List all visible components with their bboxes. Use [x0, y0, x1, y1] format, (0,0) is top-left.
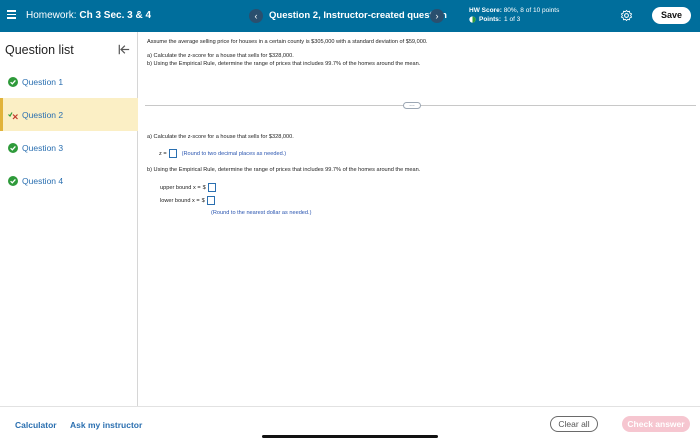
save-button[interactable]: Save	[652, 7, 691, 24]
bounds-hint: (Round to the nearest dollar as needed.)	[211, 210, 312, 216]
top-bar: Homework: Ch 3 Sec. 3 & 4 ‹ Question 2, …	[0, 0, 700, 32]
sidebar-item-label: Question 3	[22, 142, 64, 153]
sidebar-item-question-2[interactable]: Question 2	[0, 98, 138, 131]
part-a-summary: a) Calculate the z-score for a house tha…	[147, 52, 294, 59]
sidebar-item-question-4[interactable]: Question 4	[0, 164, 138, 197]
check-circle-icon	[8, 76, 18, 87]
z-score-row: z = (Round to two decimal places as need…	[159, 149, 286, 158]
upper-bound-row: upper bound x = $	[160, 183, 216, 192]
points-value: 1 of 3	[504, 16, 521, 23]
upper-bound-input[interactable]	[207, 183, 216, 192]
collapse-left-icon[interactable]	[118, 44, 130, 55]
dollar-sign: $	[202, 184, 206, 191]
sidebar-item-label: Question 2	[22, 109, 64, 120]
question-list-sidebar: Question list Question 1 Question 2 Ques…	[0, 32, 138, 406]
ask-instructor-link[interactable]: Ask my instructor	[70, 420, 142, 430]
chevron-right-icon[interactable]: ›	[430, 9, 444, 23]
partial-credit-icon	[8, 111, 18, 119]
check-circle-icon	[8, 142, 18, 153]
hamburger-icon[interactable]	[7, 10, 16, 19]
check-answer-button[interactable]: Check answer	[622, 416, 690, 432]
check-circle-icon	[8, 175, 18, 186]
score-value: 80%, 8 of 10 points	[503, 7, 560, 14]
question-stem: Assume the average selling price for hou…	[147, 38, 692, 69]
score-label: HW Score:	[469, 7, 502, 14]
part-a-prompt: a) Calculate the z-score for a house tha…	[147, 134, 294, 140]
z-score-input[interactable]	[168, 149, 177, 158]
question-intro: Assume the average selling price for hou…	[147, 39, 428, 45]
homework-label: Homework:	[26, 10, 77, 21]
points-label: Points:	[479, 16, 502, 23]
z-hint: (Round to two decimal places as needed.)	[181, 150, 287, 157]
footer-bar: Calculator Ask my instructor Clear all C…	[0, 406, 700, 438]
part-b-prompt: b) Using the Empirical Rule, determine t…	[147, 167, 421, 173]
z-label: z =	[159, 150, 167, 157]
clear-all-button[interactable]: Clear all	[550, 416, 598, 432]
homework-name: Ch 3 Sec. 3 & 4	[79, 10, 152, 21]
partial-credit-icon	[469, 16, 476, 23]
lower-bound-label: lower bound x =	[160, 197, 200, 204]
hw-score: HW Score: 80%, 8 of 10 points Points: 1 …	[469, 6, 559, 24]
lower-bound-input[interactable]	[206, 196, 215, 205]
homework-title: Homework: Ch 3 Sec. 3 & 4	[26, 10, 151, 21]
part-b-summary: b) Using the Empirical Rule, determine t…	[147, 61, 421, 67]
sidebar-item-question-1[interactable]: Question 1	[0, 65, 138, 98]
gear-icon[interactable]	[620, 9, 633, 22]
lower-bound-row: lower bound x = $	[160, 196, 215, 205]
question-title: Question 2, Instructor-created question	[269, 10, 447, 21]
expand-more-button[interactable]: …	[403, 102, 421, 109]
question-panel: Assume the average selling price for hou…	[139, 32, 700, 406]
dollar-sign: $	[201, 197, 205, 204]
sidebar-item-label: Question 4	[22, 175, 64, 186]
upper-bound-label: upper bound x =	[160, 184, 201, 191]
calculator-link[interactable]: Calculator	[15, 420, 57, 430]
sidebar-item-label: Question 1	[22, 76, 64, 87]
sidebar-item-question-3[interactable]: Question 3	[0, 131, 138, 164]
question-list-title: Question list	[5, 43, 74, 57]
chevron-left-icon[interactable]: ‹	[249, 9, 263, 23]
